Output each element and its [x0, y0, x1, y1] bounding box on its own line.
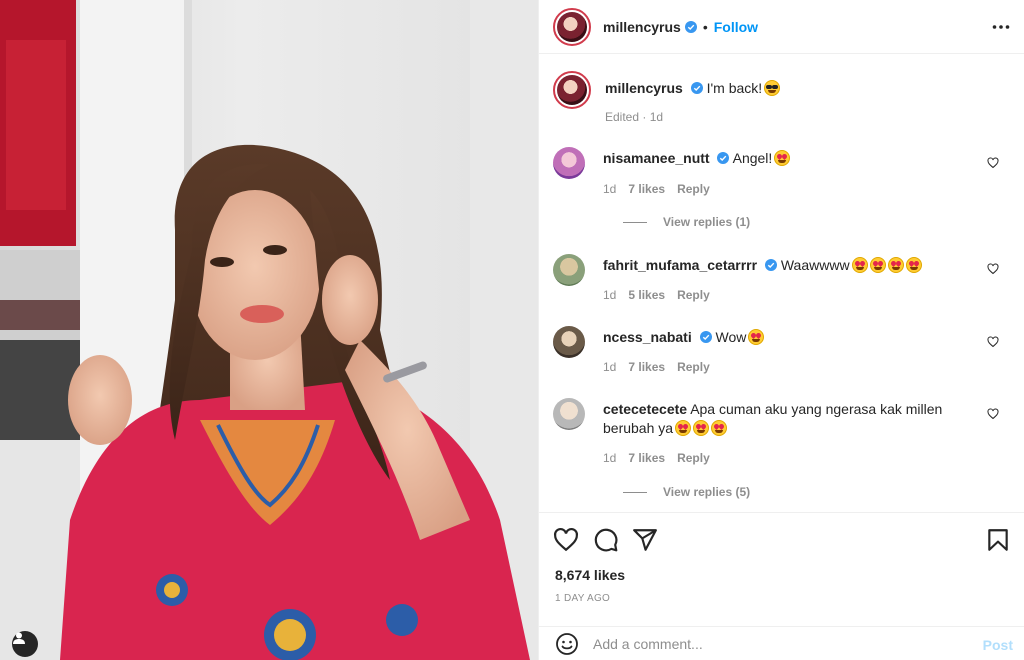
more-options-icon[interactable]: [991, 17, 1011, 37]
heart-eyes-emoji-icon: [774, 150, 791, 166]
author-username[interactable]: millencyrus: [603, 19, 681, 35]
comment-item: ncess_nabati Wow 1d 7 likes Reply: [553, 326, 1013, 386]
caption-meta: Edited · 1d: [605, 110, 664, 124]
view-replies-button[interactable]: View replies (5): [623, 485, 750, 499]
author-avatar[interactable]: [553, 7, 591, 46]
comment-icon[interactable]: [593, 527, 619, 553]
post-modal: millencyrus • Follow millencyrus I'm bac…: [0, 0, 1024, 660]
reply-button[interactable]: Reply: [677, 360, 710, 374]
comment-username[interactable]: nisamanee_nutt: [603, 150, 710, 166]
like-comment-heart-icon[interactable]: [987, 263, 999, 275]
bookmark-icon[interactable]: [985, 527, 1011, 553]
comment-text: Waawwww: [780, 257, 850, 273]
post-header: millencyrus • Follow: [539, 0, 1024, 54]
comment-text: Wow: [715, 329, 747, 345]
post-photo[interactable]: [0, 0, 538, 660]
comment-meta: 1d 7 likes Reply: [603, 360, 710, 374]
post-timestamp: 1 DAY AGO: [555, 593, 611, 604]
comment-meta: 1d 7 likes Reply: [603, 451, 710, 465]
portrait-photo: [0, 0, 538, 660]
share-icon[interactable]: [632, 527, 658, 553]
add-comment-bar: Post: [539, 626, 1024, 660]
verified-badge-icon: [764, 259, 777, 271]
comment-username[interactable]: fahrit_mufama_cetarrrr: [603, 257, 757, 273]
caption-avatar[interactable]: [553, 71, 591, 109]
heart-eyes-emoji-icon: [869, 257, 886, 273]
heart-eyes-emoji-icon: [905, 257, 922, 273]
like-comment-heart-icon[interactable]: [987, 336, 999, 348]
post-side-panel: millencyrus • Follow millencyrus I'm bac…: [538, 0, 1024, 660]
tag-user-button[interactable]: [12, 631, 38, 657]
comment-meta: 1d 7 likes Reply: [603, 182, 710, 196]
follow-button[interactable]: Follow: [714, 19, 758, 35]
post-actions: 8,674 likes 1 DAY AGO: [539, 512, 1024, 626]
sunglasses-emoji-icon: [764, 80, 781, 96]
reply-button[interactable]: Reply: [677, 288, 710, 302]
commenter-avatar[interactable]: [553, 147, 585, 179]
likes-count[interactable]: 8,674 likes: [555, 567, 625, 583]
caption-text: I'm back!: [706, 80, 763, 96]
comment-item: fahrit_mufama_cetarrrr Waawwww 1d 5 likes…: [553, 254, 1013, 314]
heart-eyes-emoji-icon: [748, 329, 765, 345]
verified-badge-icon: [690, 82, 703, 94]
verified-badge-icon: [684, 20, 697, 33]
heart-icon[interactable]: [553, 527, 579, 553]
comment-input[interactable]: [593, 635, 953, 652]
commenter-avatar[interactable]: [553, 398, 585, 430]
verified-badge-icon: [717, 152, 730, 164]
heart-eyes-emoji-icon: [851, 257, 868, 273]
verified-badge-icon: [699, 331, 712, 343]
emoji-icon[interactable]: [555, 632, 579, 656]
commenter-avatar[interactable]: [553, 326, 585, 358]
reply-button[interactable]: Reply: [677, 182, 710, 196]
heart-eyes-emoji-icon: [711, 420, 728, 436]
comment-username[interactable]: cetecetecete: [603, 401, 687, 417]
header-separator: •: [702, 18, 708, 35]
comment-meta: 1d 5 likes Reply: [603, 288, 710, 302]
heart-eyes-emoji-icon: [693, 420, 710, 436]
view-replies-button[interactable]: View replies (1): [623, 215, 750, 229]
post-comment-button[interactable]: Post: [983, 637, 1013, 653]
comment-text: Angel!: [732, 150, 773, 166]
heart-eyes-emoji-icon: [675, 420, 692, 436]
like-comment-heart-icon[interactable]: [987, 408, 999, 420]
tag-user-icon: [13, 632, 25, 644]
comment-username[interactable]: ncess_nabati: [603, 329, 692, 345]
comments-list[interactable]: millencyrus I'm back! Edited · 1d nisama…: [539, 55, 1024, 512]
caption-username[interactable]: millencyrus: [605, 80, 683, 96]
heart-eyes-emoji-icon: [887, 257, 904, 273]
reply-button[interactable]: Reply: [677, 451, 710, 465]
commenter-avatar[interactable]: [553, 254, 585, 286]
like-comment-heart-icon[interactable]: [987, 157, 999, 169]
comment-item: cetecetecete Apa cuman aku yang ngerasa …: [553, 398, 1013, 508]
comment-item: nisamanee_nutt Angel! 1d 7 likes Reply Vie…: [553, 147, 1013, 237]
